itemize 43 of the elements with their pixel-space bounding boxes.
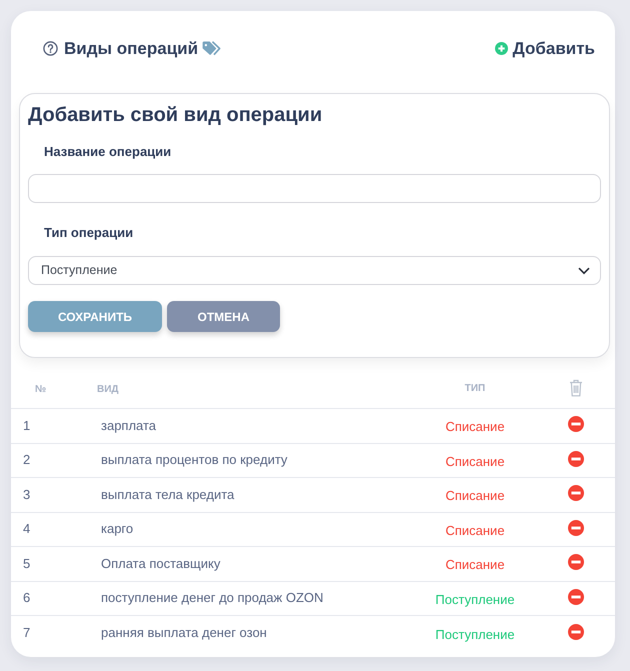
operation-name: Оплата поставщику xyxy=(101,556,220,571)
delete-icon[interactable] xyxy=(568,554,584,570)
delete-icon[interactable] xyxy=(568,416,584,432)
delete-icon[interactable] xyxy=(568,588,584,605)
delete-icon[interactable] xyxy=(568,450,584,467)
operation-type: Списание xyxy=(445,452,505,470)
delete-icon[interactable] xyxy=(568,520,584,536)
delete-icon[interactable] xyxy=(568,485,584,502)
column-header: № xyxy=(35,384,46,395)
type-dropdown[interactable]: Поступление xyxy=(28,256,601,285)
field-label: Тип операции xyxy=(43,225,134,241)
operation-name: ранняя выплата денег озон xyxy=(101,625,267,640)
help-icon[interactable] xyxy=(43,40,58,56)
field-label: Название операции xyxy=(43,144,172,160)
add-button[interactable]: Добавить xyxy=(494,40,595,56)
operation-name: зарплата xyxy=(101,418,156,433)
delete-icon[interactable] xyxy=(568,624,584,640)
row-number: 7 xyxy=(23,625,30,640)
chevron-down-icon xyxy=(578,266,590,274)
row-number: 2 xyxy=(23,452,30,468)
row-number: 5 xyxy=(23,556,30,571)
operation-name: выплата тела кредита xyxy=(101,486,234,502)
row-number: 1 xyxy=(23,418,30,433)
operation-type: Списание xyxy=(445,487,505,505)
row-number: 4 xyxy=(23,521,30,536)
tags-icon xyxy=(202,40,222,56)
operation-type: Поступление xyxy=(435,590,515,609)
operation-name: карго xyxy=(101,521,134,536)
input-field[interactable] xyxy=(28,174,601,203)
operation-name: выплата процентов по кредиту xyxy=(101,452,288,468)
operation-type: Списание xyxy=(445,418,505,436)
form-title: Добавить свой вид операции xyxy=(28,103,324,127)
row-number: 6 xyxy=(23,590,30,606)
row-number: 3 xyxy=(23,486,30,502)
operation-type: Списание xyxy=(445,522,505,540)
operation-type: Списание xyxy=(445,556,505,574)
operation-type: Поступление xyxy=(435,626,515,644)
trash-icon xyxy=(569,379,583,397)
plus-circle-icon xyxy=(494,42,508,54)
column-header: ТИП xyxy=(464,382,486,396)
column-header: ВИД xyxy=(97,384,119,395)
operation-name: поступление денег до продаж OZON xyxy=(101,590,324,606)
page-title: Виды операций xyxy=(64,40,198,56)
